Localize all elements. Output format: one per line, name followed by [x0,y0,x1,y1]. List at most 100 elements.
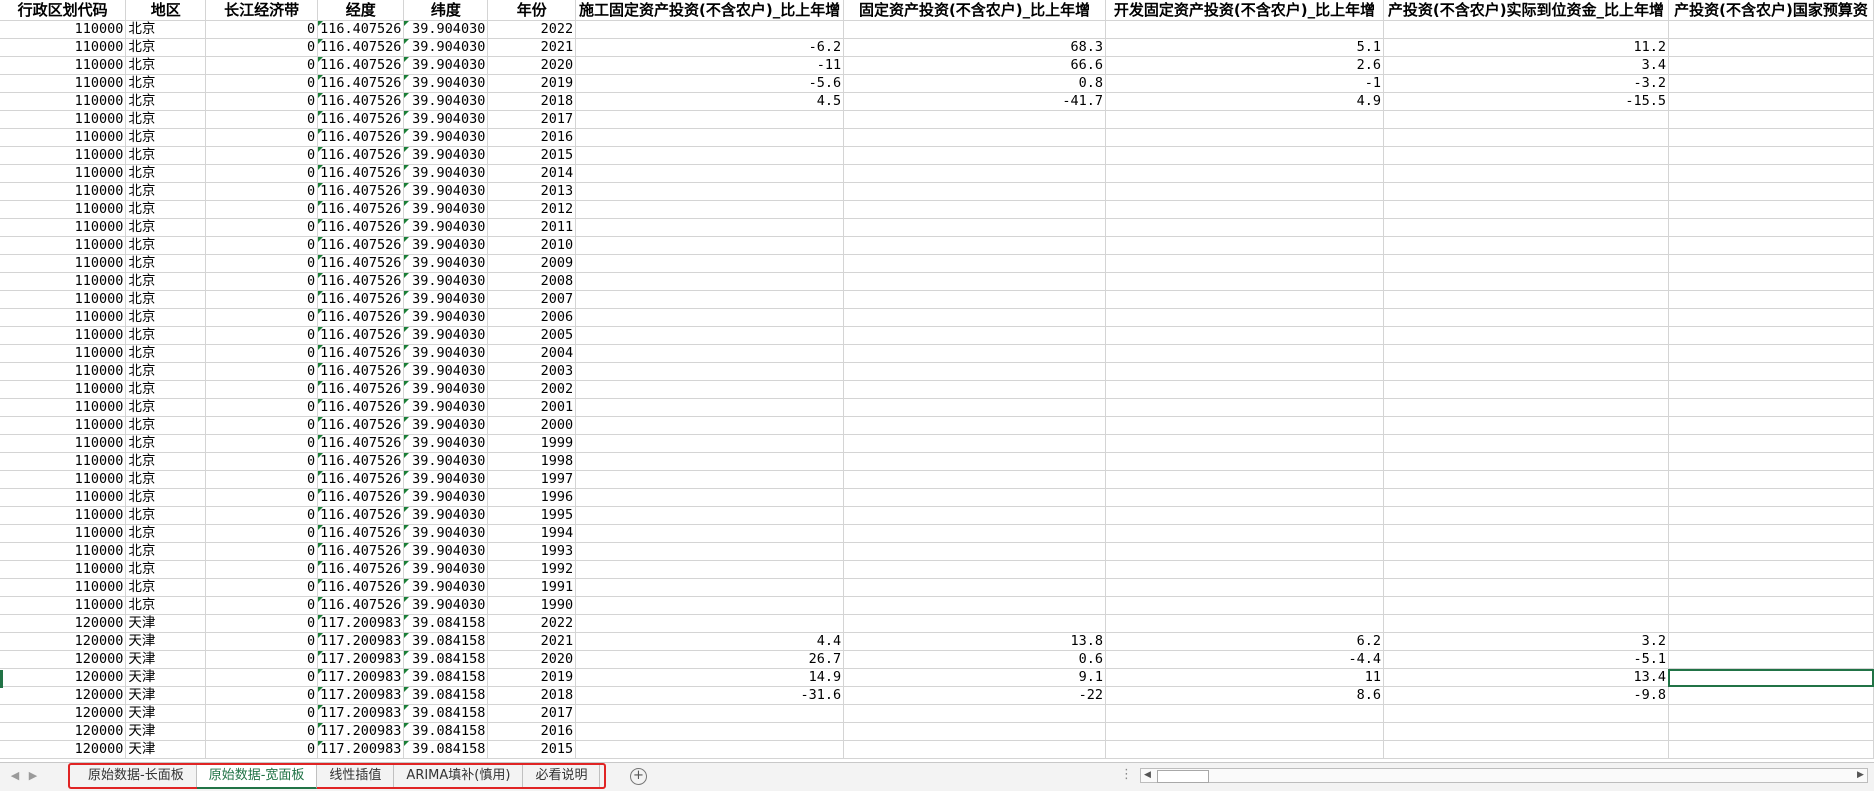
cell[interactable]: -15.5 [1383,92,1669,111]
cell[interactable] [575,524,845,543]
cell[interactable]: 13.8 [843,632,1107,651]
cell[interactable]: 39.904030 [403,272,489,291]
cell[interactable] [575,416,845,435]
cell[interactable]: 14.9 [575,668,845,687]
cell[interactable]: 北京 [125,488,207,507]
cell[interactable]: 3.2 [1383,632,1669,651]
cell[interactable]: 2019 [487,668,577,687]
cell[interactable]: 北京 [125,326,207,345]
cell[interactable] [575,542,845,561]
cell[interactable] [843,488,1107,507]
cell[interactable]: 2013 [487,182,577,201]
cell[interactable]: 116.407526 [317,164,405,183]
cell[interactable] [1105,308,1384,327]
cell[interactable]: 39.904030 [403,470,489,489]
cell[interactable]: 110000 [0,92,127,111]
cell[interactable]: 0 [205,146,319,165]
cell[interactable] [1105,524,1384,543]
cell[interactable]: 2020 [487,56,577,75]
cell[interactable] [1383,272,1669,291]
cell[interactable] [1105,290,1384,309]
cell[interactable] [1668,362,1874,381]
cell[interactable] [843,704,1107,723]
cell[interactable]: 39.904030 [403,434,489,453]
scrollbar-thumb[interactable] [1157,770,1209,783]
cell[interactable]: 北京 [125,398,207,417]
column-header[interactable]: 经度 [317,0,405,21]
cell[interactable]: 北京 [125,542,207,561]
cell[interactable]: 39.904030 [403,596,489,615]
cell[interactable] [575,614,845,633]
cell[interactable]: 0 [205,488,319,507]
cell[interactable]: 0 [205,686,319,705]
cell[interactable]: -22 [843,686,1107,705]
cell[interactable] [1383,398,1669,417]
cell[interactable] [1105,164,1384,183]
cell[interactable]: 110000 [0,74,127,93]
cell[interactable]: 北京 [125,92,207,111]
cell[interactable]: 0 [205,56,319,75]
cell[interactable] [843,182,1107,201]
cell[interactable]: 110000 [0,434,127,453]
cell[interactable] [1383,362,1669,381]
cell[interactable]: 天津 [125,632,207,651]
cell[interactable] [1668,668,1874,687]
cell[interactable]: 0 [205,74,319,93]
cell[interactable] [843,434,1107,453]
cell[interactable]: 116.407526 [317,254,405,273]
cell[interactable] [843,542,1107,561]
cell[interactable]: 39.904030 [403,164,489,183]
column-header[interactable]: 行政区划代码 [0,0,127,21]
cell[interactable]: 110000 [0,290,127,309]
cell[interactable]: -3.2 [1383,74,1669,93]
cell[interactable]: 0 [205,506,319,525]
cell[interactable] [1105,542,1384,561]
cell[interactable]: 116.407526 [317,38,405,57]
cell[interactable] [1668,416,1874,435]
cell[interactable]: 39.904030 [403,290,489,309]
cell[interactable] [1668,74,1874,93]
cell[interactable] [843,290,1107,309]
cell[interactable]: 2016 [487,128,577,147]
cell[interactable]: 116.407526 [317,596,405,615]
cell[interactable]: 2019 [487,74,577,93]
cell[interactable] [575,272,845,291]
cell[interactable] [1668,470,1874,489]
cell[interactable] [1383,596,1669,615]
cell[interactable]: 0 [205,398,319,417]
cell[interactable] [1383,704,1669,723]
cell[interactable]: 116.407526 [317,218,405,237]
cell[interactable]: 11.2 [1383,38,1669,57]
cell[interactable]: 0 [205,596,319,615]
cell[interactable]: 116.407526 [317,146,405,165]
cell[interactable] [575,704,845,723]
cell[interactable] [1668,704,1874,723]
cell[interactable]: 北京 [125,380,207,399]
cell[interactable] [575,236,845,255]
cell[interactable]: 110000 [0,578,127,597]
cell[interactable]: 110000 [0,218,127,237]
cell[interactable] [1383,452,1669,471]
cell[interactable] [1383,560,1669,579]
cell[interactable]: 116.407526 [317,506,405,525]
cell[interactable] [1668,596,1874,615]
cell[interactable] [1383,146,1669,165]
cell[interactable]: 2014 [487,164,577,183]
cell[interactable] [1668,200,1874,219]
cell[interactable]: 116.407526 [317,200,405,219]
cell[interactable]: 110000 [0,416,127,435]
cell[interactable]: 39.904030 [403,218,489,237]
cell[interactable]: 116.407526 [317,488,405,507]
cell[interactable] [1383,488,1669,507]
cell[interactable] [1105,344,1384,363]
cell[interactable]: 2008 [487,272,577,291]
cell[interactable] [575,398,845,417]
tab-sheet-1[interactable]: 原始数据-长面板 [76,765,197,787]
cell[interactable] [1383,344,1669,363]
cell[interactable]: 2015 [487,740,577,759]
cell[interactable]: 北京 [125,416,207,435]
cell[interactable]: 39.904030 [403,20,489,39]
cell[interactable]: 39.084158 [403,740,489,759]
cell[interactable] [843,578,1107,597]
cell[interactable] [1383,524,1669,543]
